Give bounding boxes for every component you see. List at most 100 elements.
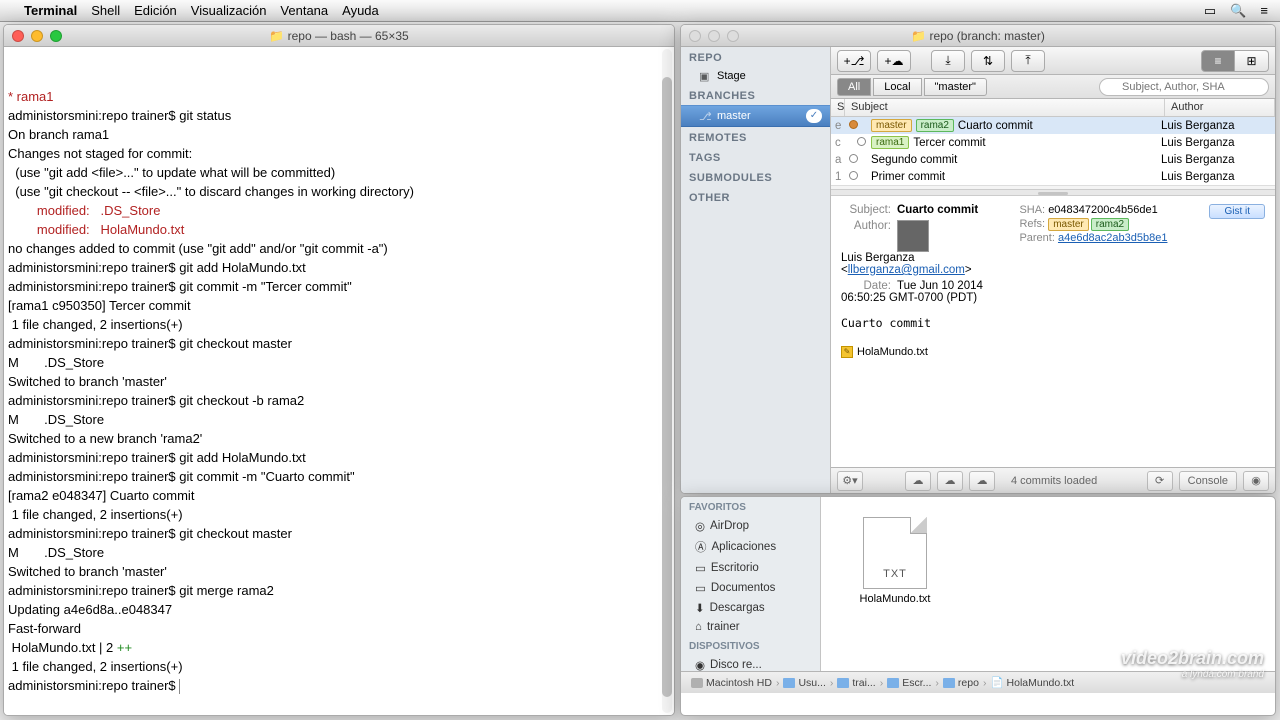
terminal-line: administorsmini:repo trainer$ git commit… <box>8 467 670 486</box>
commits-loaded: 4 commits loaded <box>1011 475 1097 487</box>
app-name[interactable]: Terminal <box>24 3 77 18</box>
sidebar-desktop[interactable]: ▭Escritorio <box>681 558 820 578</box>
col-s[interactable]: S <box>831 99 845 116</box>
scrollbar-thumb[interactable] <box>662 77 672 697</box>
filter-all[interactable]: All <box>837 78 871 96</box>
menu-help[interactable]: Ayuda <box>342 3 379 18</box>
downloads-icon: ⬇ <box>695 601 705 615</box>
cloud-up-button[interactable]: ☁ <box>937 471 963 491</box>
path-seg-repo[interactable]: repo <box>939 677 983 689</box>
splitter[interactable] <box>831 189 1275 196</box>
sidebar-stage[interactable]: ▣Stage <box>681 67 830 85</box>
path-seg-file[interactable]: 📄HolaMundo.txt <box>986 676 1078 689</box>
cloud-button[interactable]: ☁ <box>969 471 995 491</box>
col-author[interactable]: Author <box>1165 99 1275 116</box>
sidebar-other-header: OTHER <box>681 187 830 207</box>
menu-window[interactable]: Ventana <box>280 3 328 18</box>
terminal-line: no changes added to commit (use "git add… <box>8 239 670 258</box>
terminal-line: Changes not staged for commit: <box>8 144 670 163</box>
file-name: HolaMundo.txt <box>835 593 955 605</box>
path-seg-desktop[interactable]: Escr... <box>883 677 935 689</box>
path-seg-users[interactable]: Usu... <box>779 677 829 689</box>
sidebar-airdrop[interactable]: ◎AirDrop <box>681 516 820 536</box>
notifications-icon[interactable]: ≡ <box>1260 3 1268 19</box>
add-remote-button[interactable]: +☁ <box>877 50 911 72</box>
home-icon: ⌂ <box>695 621 702 633</box>
airdrop-icon: ◎ <box>695 519 705 533</box>
search-input[interactable] <box>1099 78 1269 96</box>
gist-button[interactable]: Gist it <box>1209 204 1265 219</box>
changed-file[interactable]: ✎HolaMundo.txt <box>841 344 1265 360</box>
sidebar-trainer[interactable]: ⌂trainer <box>681 618 820 636</box>
terminal-line: M .DS_Store <box>8 543 670 562</box>
ref-rama2: rama2 <box>1091 218 1129 231</box>
column-headers: S Subject Author <box>831 99 1275 117</box>
list-view-button[interactable]: ≡ <box>1201 50 1235 72</box>
avatar <box>897 220 929 252</box>
detail-parent[interactable]: a4e6d8ac2ab3d5b8e1 <box>1058 232 1168 244</box>
gitapp-titlebar[interactable]: 📁 repo (branch: master) <box>681 25 1275 47</box>
sidebar-remotes-header: REMOTES <box>681 127 830 147</box>
detail-email[interactable]: llberganza@gmail.com <box>848 264 965 276</box>
display-icon[interactable]: ▭ <box>1204 3 1216 19</box>
commit-row[interactable]: 1Primer commitLuis Berganza <box>831 168 1275 185</box>
tree-view-button[interactable]: ⊞ <box>1235 50 1269 72</box>
sidebar-apps[interactable]: ⒶAplicaciones <box>681 536 820 558</box>
zoom-button[interactable] <box>727 30 739 42</box>
terminal-line: * rama1 <box>8 87 670 106</box>
commit-row[interactable]: crama1Tercer commitLuis Berganza <box>831 134 1275 151</box>
fetch-button[interactable]: ⇅ <box>971 50 1005 72</box>
terminal-line: M .DS_Store <box>8 353 670 372</box>
menu-shell[interactable]: Shell <box>91 3 120 18</box>
sidebar-downloads[interactable]: ⬇Descargas <box>681 598 820 618</box>
info-button[interactable]: ◉ <box>1243 471 1269 491</box>
detail-sha: e048347200c4b56de1 <box>1048 204 1158 216</box>
col-subject[interactable]: Subject <box>845 99 1165 116</box>
minimize-button[interactable] <box>708 30 720 42</box>
filter-master[interactable]: "master" <box>924 78 987 96</box>
commit-row[interactable]: aSegundo commitLuis Berganza <box>831 151 1275 168</box>
add-branch-button[interactable]: +⎇ <box>837 50 871 72</box>
terminal-title: repo — bash — 65×35 <box>288 29 409 43</box>
terminal-line: administorsmini:repo trainer$ git commit… <box>8 277 670 296</box>
terminal-titlebar[interactable]: 📁 repo — bash — 65×35 <box>4 25 674 47</box>
terminal-line: administorsmini:repo trainer$ git add Ho… <box>8 258 670 277</box>
path-seg-trainer[interactable]: trai... <box>833 677 879 689</box>
terminal-line: Switched to branch 'master' <box>8 562 670 581</box>
close-button[interactable] <box>12 30 24 42</box>
minimize-button[interactable] <box>31 30 43 42</box>
finder-content[interactable]: TXT HolaMundo.txt <box>821 497 1275 671</box>
devices-header: DISPOSITIVOS <box>681 636 820 655</box>
sidebar-submodules-header: SUBMODULES <box>681 167 830 187</box>
console-button[interactable]: Console <box>1179 471 1237 491</box>
folder-icon: 📁 <box>269 29 284 43</box>
sidebar-repo-header: REPO <box>681 47 830 67</box>
commit-detail: Gist it Subject:Cuarto commit Author:Lui… <box>831 196 1275 467</box>
filter-local[interactable]: Local <box>873 78 921 96</box>
stage-icon: ▣ <box>699 70 713 82</box>
push-button[interactable]: ⤒ <box>1011 50 1045 72</box>
apps-icon: Ⓐ <box>695 539 707 555</box>
menu-edit[interactable]: Edición <box>134 3 177 18</box>
refresh-button[interactable]: ⟳ <box>1147 471 1173 491</box>
menu-view[interactable]: Visualización <box>191 3 267 18</box>
close-button[interactable] <box>689 30 701 42</box>
terminal-line: Updating a4e6d8a..e048347 <box>8 600 670 619</box>
zoom-button[interactable] <box>50 30 62 42</box>
commit-row[interactable]: emasterrama2Cuarto commitLuis Berganza <box>831 117 1275 134</box>
terminal-line: 1 file changed, 2 insertions(+) <box>8 657 670 676</box>
sidebar-disk[interactable]: ◉Disco re... <box>681 655 820 675</box>
terminal-line: administorsmini:repo trainer$ git checko… <box>8 524 670 543</box>
pull-button[interactable]: ⤓ <box>931 50 965 72</box>
sidebar-tags-header: TAGS <box>681 147 830 167</box>
terminal-body[interactable]: * rama1 administorsmini:repo trainer$ git… <box>4 47 674 715</box>
cloud-down-button[interactable]: ☁ <box>905 471 931 491</box>
sidebar-branch-master[interactable]: ⎇master✓ <box>681 105 830 127</box>
watermark: video2brain.com a lynda.com brand <box>1121 648 1264 680</box>
status-bar: ⚙▾ ☁ ☁ ☁ 4 commits loaded ⟳ Console ◉ <box>831 467 1275 493</box>
settings-button[interactable]: ⚙▾ <box>837 471 863 491</box>
path-seg-hd[interactable]: Macintosh HD <box>687 677 776 689</box>
spotlight-icon[interactable]: 🔍 <box>1230 3 1246 19</box>
sidebar-documents[interactable]: ▭Documentos <box>681 578 820 598</box>
file-item[interactable]: TXT HolaMundo.txt <box>835 517 955 605</box>
